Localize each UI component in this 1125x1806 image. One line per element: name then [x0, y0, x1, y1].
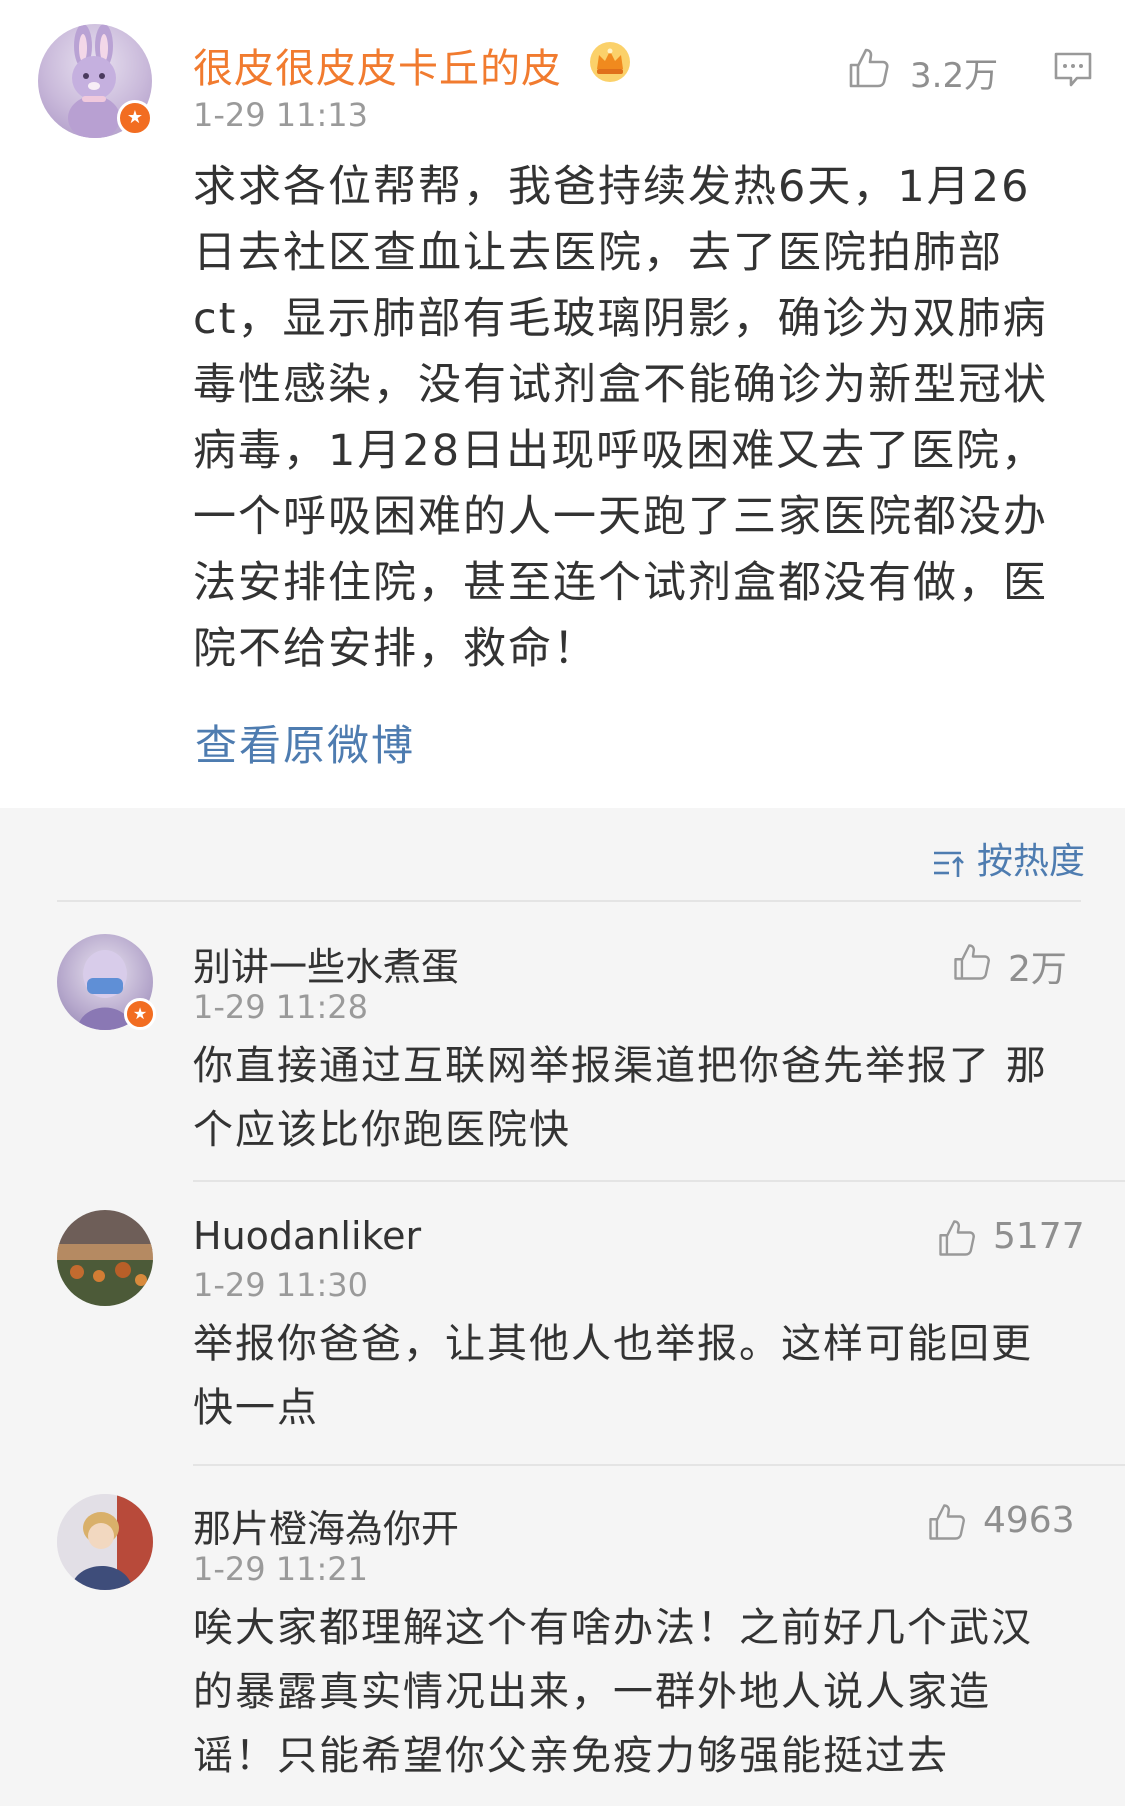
comment-like-count: 5177 — [993, 1216, 1085, 1257]
sort-by-hot-button[interactable]: 按热度 — [931, 832, 1085, 884]
view-original-link[interactable]: 查看原微博 — [195, 712, 415, 773]
main-post: ★ 很皮很皮皮卡丘的皮 1-29 11:13 3.2万 求求各位帮帮，我爸持续发… — [0, 0, 1125, 808]
comment-text: 你直接通过互联网举报渠道把你爸先举报了 那个应该比你跑医院快 — [193, 1043, 1048, 1153]
comment-item: Huodanliker 1-29 11:30 5177 举报你爸爸，让其他人也举… — [0, 1200, 1125, 1440]
divider — [193, 1180, 1125, 1182]
comment-time: 1-29 11:21 — [193, 1550, 369, 1588]
comment-text: 唉大家都理解这个有啥办法！之前好几个武汉的暴露真实情况出来，一群外地人说人家造谣… — [193, 1605, 1033, 1779]
crown-icon — [590, 42, 630, 82]
commenter-name[interactable]: 那片橙海為你开 — [193, 1498, 459, 1553]
comment-text: 举报你爸爸，让其他人也举报。这样可能回更快一点 — [193, 1321, 1033, 1431]
comment-time: 1-29 11:28 — [193, 988, 369, 1026]
comment-item: 那片橙海為你开 1-29 11:21 4963 唉大家都理解这个有啥办法！之前好… — [0, 1484, 1125, 1806]
sort-icon — [933, 851, 964, 877]
comment-like-count: 2万 — [1008, 949, 1067, 990]
comment-item: ★ 别讲一些水煮蛋 1-29 11:28 2万 你直接通过互联网举报渠道把你爸先… — [0, 918, 1125, 1153]
commenter-avatar[interactable] — [57, 1494, 153, 1590]
sort-label: 按热度 — [976, 841, 1085, 882]
post-author-name[interactable]: 很皮很皮皮卡丘的皮 — [193, 36, 562, 94]
comment-icon[interactable] — [1053, 50, 1093, 90]
post-like-count: 3.2万 — [910, 56, 999, 96]
commenter-name[interactable]: 别讲一些水煮蛋 — [193, 936, 459, 991]
comments-section: 按热度 ★ 别讲一些水煮蛋 1-29 11:28 2万 你直接通过互联网举报渠道… — [0, 808, 1125, 1806]
divider — [193, 1464, 1125, 1466]
post-body-text: 求求各位帮帮，我爸持续发热6天，1月26日去社区查血让去医院，去了医院拍肺部ct… — [193, 162, 1048, 674]
thumbs-up-icon[interactable] — [935, 1216, 979, 1260]
thumbs-up-icon[interactable] — [845, 44, 893, 92]
comment-time: 1-29 11:30 — [193, 1266, 369, 1304]
weibo-comment-page: ★ 很皮很皮皮卡丘的皮 1-29 11:13 3.2万 求求各位帮帮，我爸持续发… — [0, 0, 1125, 1806]
commenter-name[interactable]: Huodanliker — [193, 1214, 421, 1258]
thumbs-up-icon[interactable] — [925, 1500, 969, 1544]
verified-badge-icon: ★ — [117, 100, 153, 136]
post-time: 1-29 11:13 — [193, 96, 369, 134]
thumbs-up-icon[interactable] — [950, 940, 994, 984]
comment-like-count: 4963 — [983, 1500, 1075, 1541]
divider — [57, 900, 1081, 902]
verified-badge-icon: ★ — [124, 998, 156, 1030]
commenter-avatar[interactable] — [57, 1210, 153, 1306]
